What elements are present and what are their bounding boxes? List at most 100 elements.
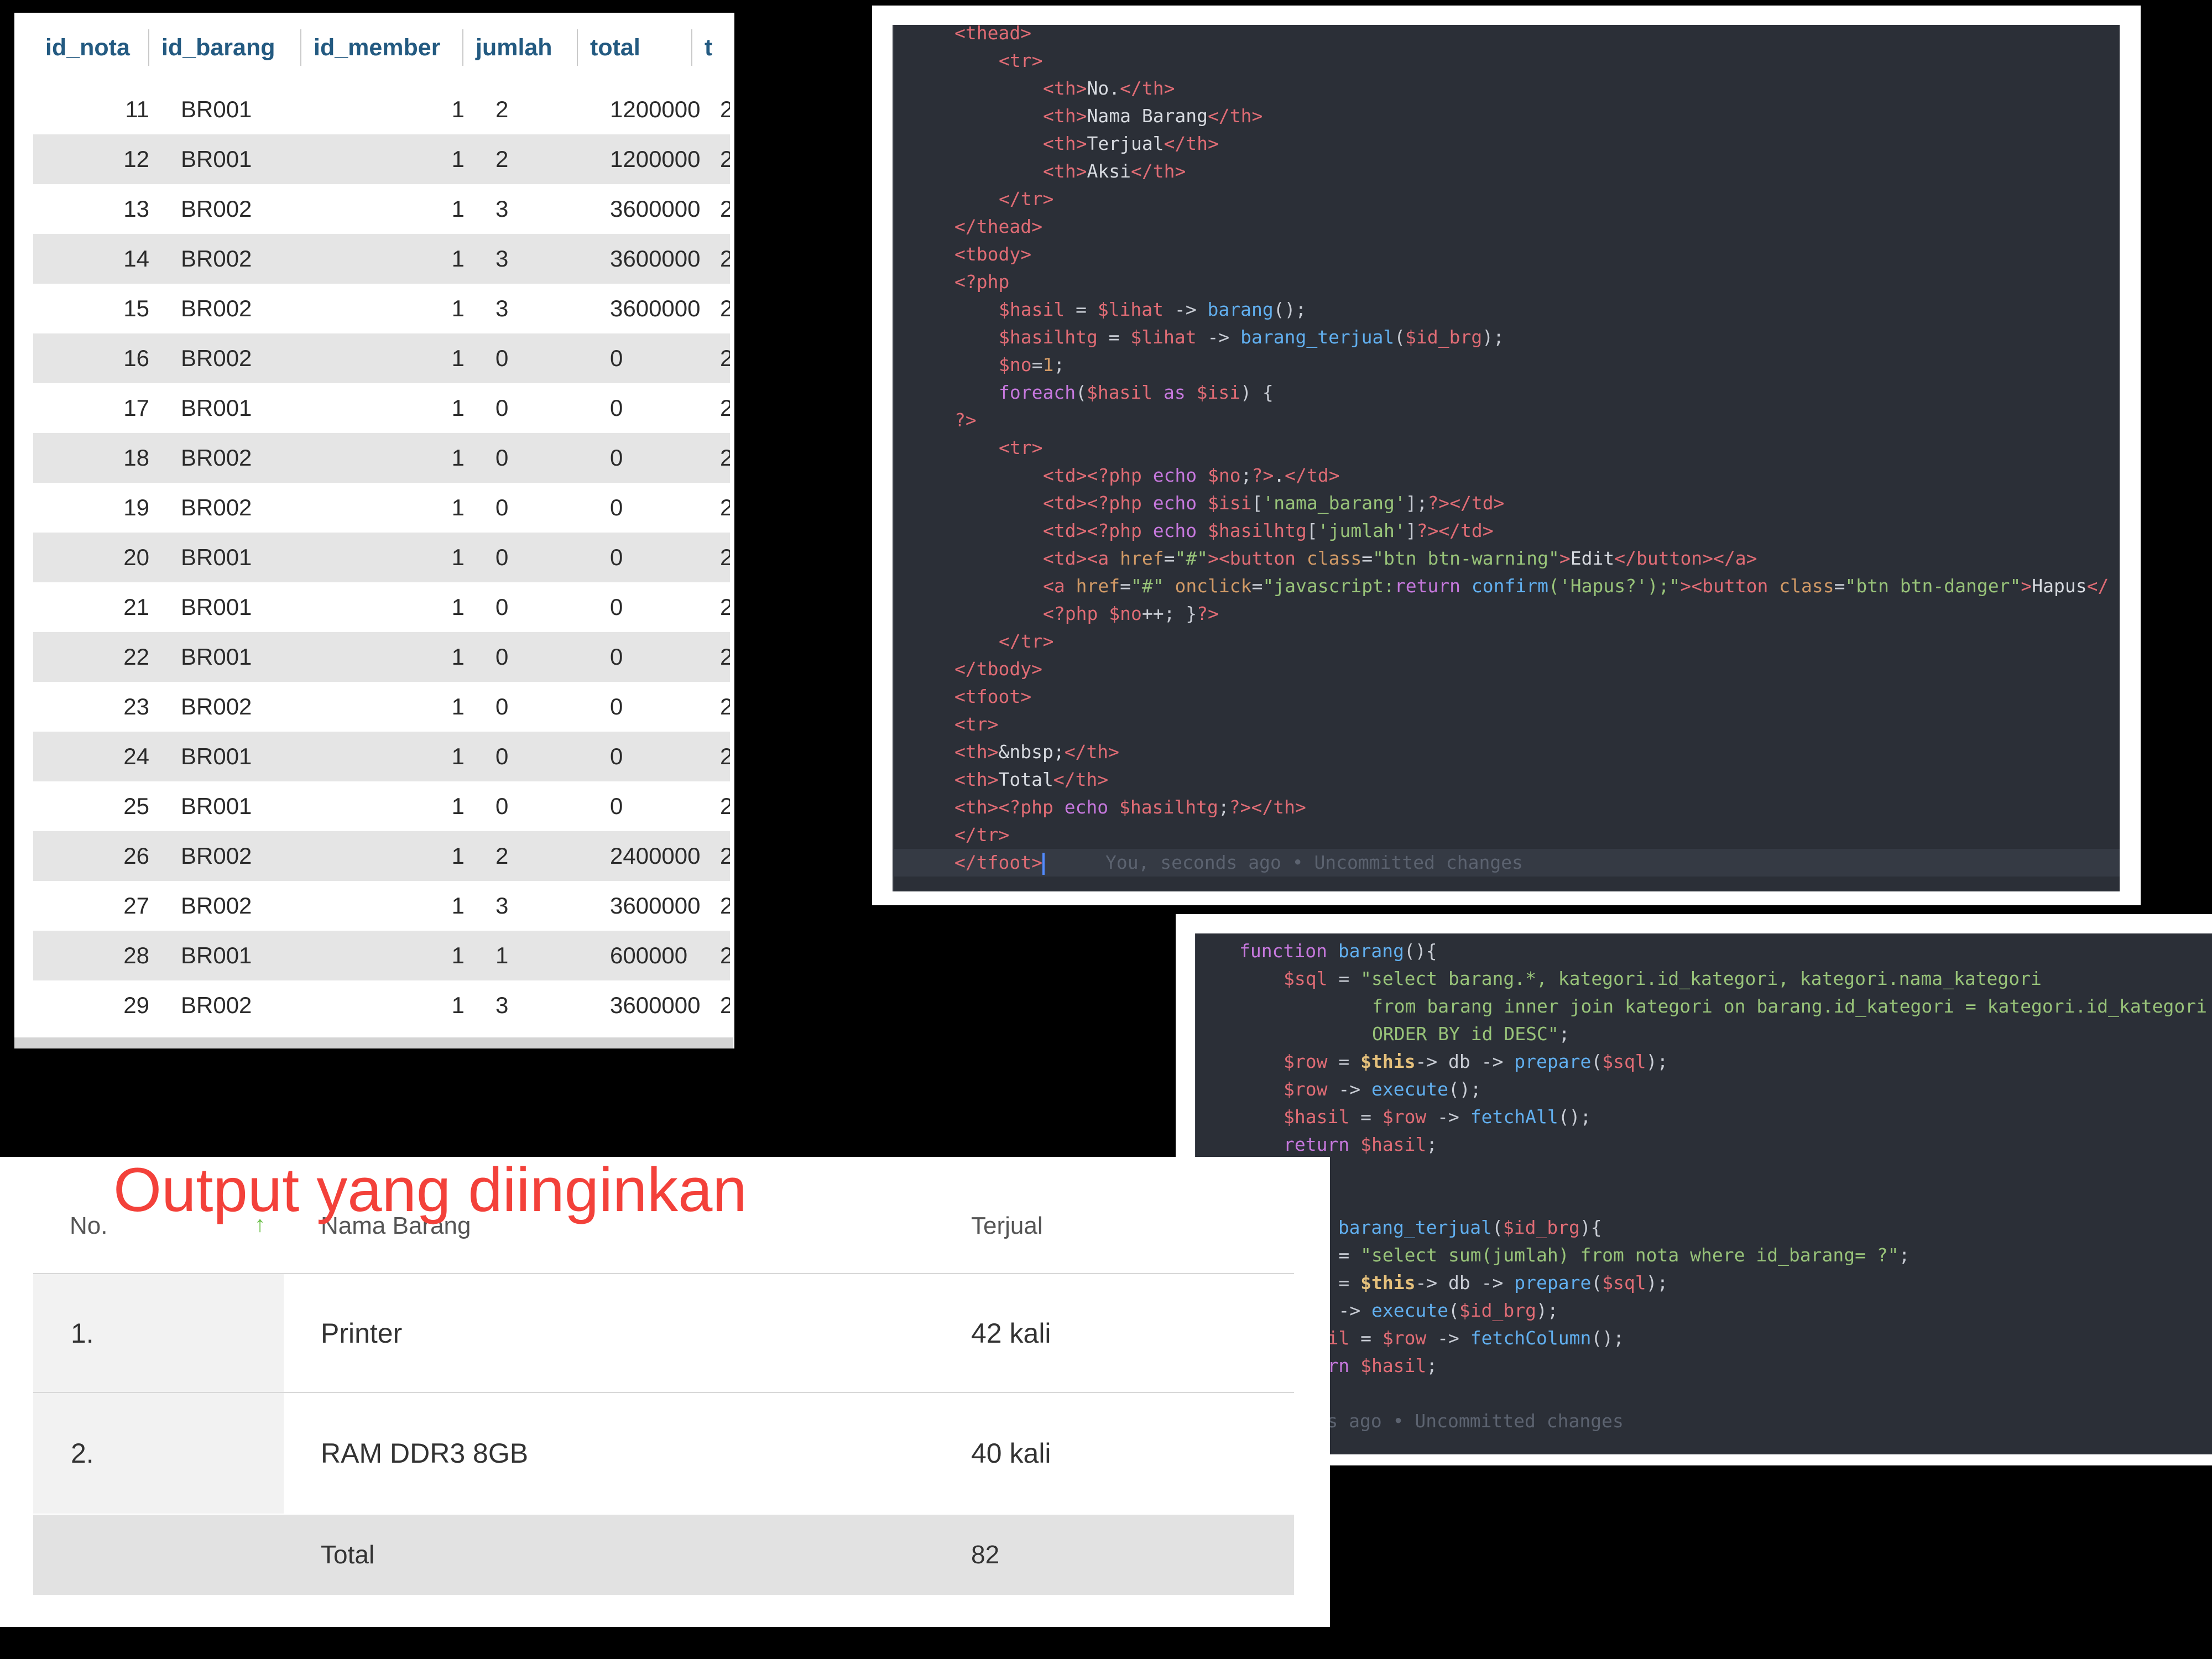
table-row[interactable]: 11 BR001 1 2 1200000 2 — [33, 85, 730, 134]
code-line[interactable]: <td><a href="#"><button class="btn btn-w… — [1043, 545, 1757, 572]
code-line[interactable]: foreach($hasil as $isi) { — [999, 379, 1274, 406]
row-number: 2. — [71, 1438, 94, 1469]
table-row[interactable]: 25 BR001 1 0 0 2 — [33, 781, 730, 831]
table-row[interactable]: 16 BR002 1 0 0 2 — [33, 333, 730, 383]
table-row[interactable]: 29 BR002 1 3 3600000 2 — [33, 980, 730, 1030]
table-row[interactable]: 27 BR002 1 3 3600000 2 — [33, 881, 730, 931]
code-line[interactable]: $hasil = $lihat -> barang(); — [999, 296, 1306, 324]
cell-total: 1200000 — [610, 96, 701, 122]
code-token: ++; } — [1141, 603, 1197, 624]
cell-id-member: 1 — [451, 693, 465, 719]
code-line[interactable]: <th>Aksi</th> — [1043, 158, 1186, 185]
cell-id-nota: 11 — [125, 96, 149, 122]
cell-truncated: 2 — [720, 893, 730, 919]
cell-id-barang: BR001 — [181, 743, 252, 769]
code-line[interactable]: <?php — [954, 268, 1009, 296]
code-line[interactable]: $row = $this-> db -> prepare($sql); — [1284, 1269, 1668, 1297]
code-line[interactable]: <thead> — [954, 25, 1031, 47]
code-line[interactable]: <tr> — [999, 434, 1042, 462]
code-line[interactable]: <th>Total</th> — [954, 766, 1108, 794]
table-row[interactable]: 15 BR002 1 3 3600000 2 — [33, 284, 730, 333]
code-line[interactable]: <th>Nama Barang</th> — [1043, 102, 1262, 130]
cell-total: 0 — [610, 793, 623, 819]
table-row[interactable]: 14 BR002 1 3 3600000 2 — [33, 234, 730, 284]
code-line[interactable]: <tr> — [954, 711, 998, 738]
code-line[interactable]: <?php $no++; }?> — [1043, 600, 1219, 628]
table-row[interactable]: 22 BR001 1 0 0 2 — [33, 632, 730, 682]
code-line[interactable]: <a href="#" onclick="javascript:return c… — [1043, 572, 2109, 600]
code-line[interactable]: </thead> — [954, 213, 1042, 241]
code-token: ); — [1536, 1300, 1558, 1321]
code-line[interactable]: </tfoot> You, seconds ago • Uncommitted c… — [954, 849, 1523, 877]
cell-total: 0 — [610, 345, 623, 371]
code-line[interactable]: </tr> — [954, 821, 1009, 849]
code-line[interactable]: ORDER BY id DESC"; — [1372, 1020, 1570, 1048]
code-line[interactable]: $hasil = $row -> fetchColumn(); — [1284, 1324, 1624, 1352]
code-line[interactable]: $hasilhtg = $lihat -> barang_terjual($id… — [999, 324, 1504, 351]
table-row[interactable]: 17 BR001 1 0 0 2 — [33, 383, 730, 433]
code-line[interactable]: <th>&nbsp;</th> — [954, 738, 1119, 766]
col-header-id-nota[interactable]: id_nota — [33, 29, 149, 66]
code-line[interactable]: <tr> — [999, 47, 1042, 75]
horizontal-scrollbar[interactable] — [14, 1037, 733, 1048]
cell-id-nota: 21 — [123, 594, 149, 620]
table-row[interactable]: 23 BR002 1 0 0 2 — [33, 682, 730, 732]
code-token: = — [1327, 968, 1361, 989]
code-token: = — [1349, 1327, 1383, 1349]
code-token: fetchColumn — [1470, 1327, 1592, 1349]
table-row[interactable]: 20 BR001 1 0 0 2 — [33, 533, 730, 582]
header-terjual[interactable]: Terjual — [971, 1212, 1043, 1240]
table-row[interactable]: 21 BR001 1 0 0 2 — [33, 582, 730, 632]
code-line[interactable]: <td><?php echo $hasilhtg['jumlah']?></td… — [1043, 517, 1494, 545]
output-row: 2. RAM DDR3 8GB 40 kali — [33, 1393, 1294, 1514]
code-line[interactable]: <tbody> — [954, 241, 1031, 268]
cell-id-nota: 26 — [123, 843, 149, 869]
code-token: [ — [1306, 520, 1318, 541]
cell-id-nota: 24 — [123, 743, 149, 769]
table-row[interactable]: 12 BR001 1 2 1200000 2 — [33, 134, 730, 184]
code-line[interactable]: <tfoot> — [954, 683, 1031, 711]
col-header-truncated[interactable]: t — [692, 29, 730, 66]
code-token: -> — [1196, 326, 1241, 348]
code-line[interactable]: $no=1; — [999, 351, 1065, 379]
row-number: 1. — [71, 1318, 94, 1349]
code-line[interactable]: return $hasil; — [1284, 1131, 1437, 1159]
col-header-id-barang[interactable]: id_barang — [149, 29, 301, 66]
table-row[interactable]: 26 BR002 1 2 2400000 2 — [33, 831, 730, 881]
code-line[interactable]: $sql = "select barang.*, kategori.id_kat… — [1284, 965, 2042, 993]
code-token: "btn btn-warning" — [1373, 547, 1559, 569]
table-row[interactable]: 19 BR002 1 0 0 2 — [33, 483, 730, 533]
view-code-editor[interactable]: <thead> <tr> <th>No.</th> <th>Nama Barang</… — [893, 25, 2120, 891]
code-line[interactable]: <th>No.</th> — [1043, 75, 1175, 102]
col-header-total[interactable]: total — [578, 29, 692, 66]
table-row[interactable]: 28 BR001 1 1 600000 2 — [33, 931, 730, 980]
code-line[interactable]: <th>Terjual</th> — [1043, 130, 1219, 158]
code-line[interactable]: </tbody> — [954, 655, 1042, 683]
code-line[interactable]: function barang(){ — [1239, 937, 1437, 965]
cell-id-member: 1 — [451, 96, 465, 122]
code-line[interactable]: </tr> — [999, 185, 1053, 213]
col-header-jumlah[interactable]: jumlah — [463, 29, 578, 66]
table-row[interactable]: 13 BR002 1 3 3600000 2 — [33, 184, 730, 234]
table-row[interactable]: 24 BR001 1 0 0 2 — [33, 732, 730, 781]
cell-id-nota: 28 — [123, 942, 149, 968]
table-row[interactable]: 18 BR002 1 0 0 2 — [33, 433, 730, 483]
header-no[interactable]: No. — [70, 1212, 107, 1240]
code-line[interactable]: $hasil = $row -> fetchAll(); — [1284, 1103, 1591, 1131]
code-line[interactable]: <th><?php echo $hasilhtg;?></th> — [954, 794, 1306, 821]
code-line[interactable]: </tr> — [999, 628, 1053, 655]
code-line[interactable]: <td><?php echo $no;?>.</td> — [1043, 462, 1340, 489]
code-token: ){ — [1579, 1217, 1602, 1238]
code-line[interactable]: from barang inner join kategori on baran… — [1372, 993, 2207, 1020]
model-code-editor[interactable]: function barang(){$sql = "select barang.… — [1195, 933, 2212, 1454]
col-header-id-member[interactable]: id_member — [301, 29, 463, 66]
cell-truncated: 2 — [720, 693, 730, 719]
code-line[interactable]: $row -> execute(); — [1284, 1076, 1481, 1103]
code-line[interactable]: $sql = "select sum(jumlah) from nota whe… — [1284, 1241, 1910, 1269]
code-token: = — [1834, 575, 1845, 597]
cell-id-member: 1 — [451, 445, 465, 471]
cell-truncated: 2 — [720, 942, 730, 968]
code-line[interactable]: <td><?php echo $isi['nama_barang'];?></t… — [1043, 489, 1505, 517]
code-line[interactable]: ?> — [954, 406, 977, 434]
code-line[interactable]: $row = $this-> db -> prepare($sql); — [1284, 1048, 1668, 1076]
